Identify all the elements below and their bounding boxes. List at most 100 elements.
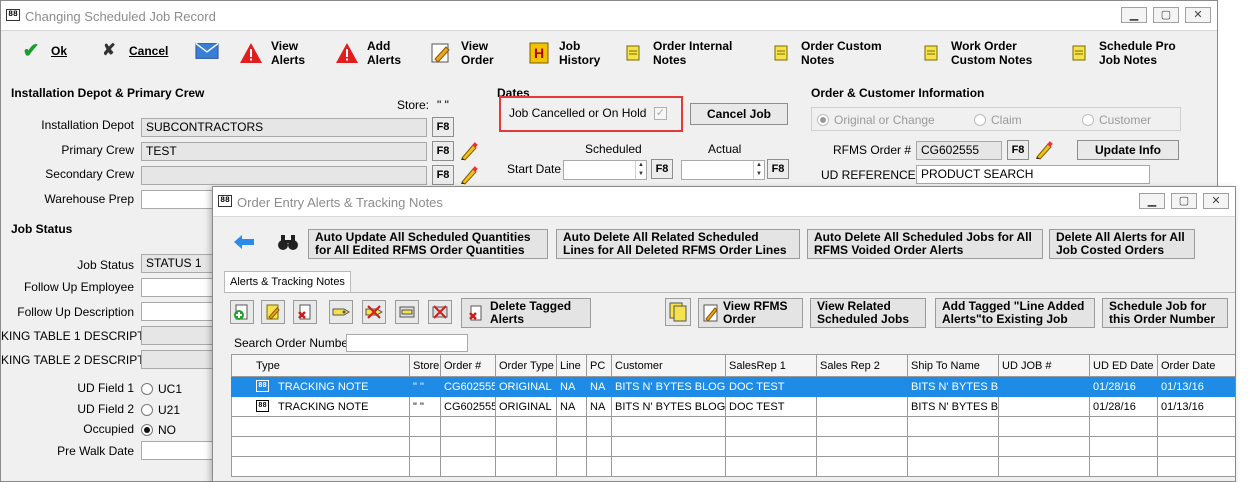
empty-cell bbox=[816, 456, 908, 477]
primary-crew-edit-icon[interactable] bbox=[459, 141, 479, 161]
radio-claim[interactable]: Claim bbox=[974, 113, 1022, 127]
spinner-arrows-icon[interactable]: ▲ ▼ bbox=[753, 161, 764, 179]
schedule-pro-job-notes-button[interactable]: Schedule Pro Job Notes bbox=[1067, 39, 1199, 67]
secondary-crew-f8-button[interactable]: F8 bbox=[432, 165, 454, 185]
view-rfms-order-button[interactable]: View RFMS Order bbox=[698, 298, 803, 328]
pre-walk-date-field[interactable] bbox=[141, 441, 221, 460]
order-internal-notes-button[interactable]: Order Internal Notes bbox=[621, 39, 739, 67]
job-history-button[interactable]: H Job History bbox=[527, 39, 601, 67]
email-button[interactable] bbox=[195, 39, 219, 63]
radio-customer[interactable]: Customer bbox=[1082, 113, 1151, 127]
delete-tagged-alerts-button[interactable]: Delete Tagged Alerts bbox=[461, 298, 591, 328]
delete-alert-button[interactable] bbox=[293, 300, 317, 324]
ud-field-2-radio[interactable]: U21 bbox=[141, 403, 180, 417]
job-cancelled-check-icon[interactable] bbox=[653, 106, 667, 121]
alerts-maximize-button[interactable]: ▢ bbox=[1171, 193, 1197, 209]
follow-up-employee-field[interactable] bbox=[141, 278, 221, 297]
table-row[interactable]: 88 TRACKING NOTE " " CG602555 ORIGINAL NA NA BI… bbox=[231, 396, 1235, 417]
col-ship-to-name[interactable]: Ship To Name bbox=[907, 354, 999, 377]
col-type[interactable]: Type bbox=[231, 354, 410, 377]
empty-cell bbox=[816, 416, 908, 437]
alerts-close-button[interactable]: ✕ bbox=[1203, 193, 1229, 209]
view-related-jobs-button[interactable]: View Related Scheduled Jobs bbox=[810, 298, 926, 328]
scheduled-start-f8-button[interactable]: F8 bbox=[651, 159, 673, 179]
actual-start-f8-button[interactable]: F8 bbox=[767, 159, 789, 179]
work-order-custom-notes-button[interactable]: Work Order Custom Notes bbox=[919, 39, 1041, 67]
primary-crew-field[interactable]: TEST bbox=[141, 142, 427, 161]
rfms-order-field[interactable]: CG602555 bbox=[916, 141, 1002, 160]
tab-alerts-tracking-notes[interactable]: Alerts & Tracking Notes bbox=[224, 271, 351, 292]
auto-delete-lines-button[interactable]: Auto Delete All Related Scheduled Lines … bbox=[556, 229, 800, 259]
edit-document-icon bbox=[429, 41, 453, 65]
search-order-number-input[interactable] bbox=[346, 334, 468, 352]
close-button[interactable]: ✕ bbox=[1185, 7, 1211, 23]
secondary-crew-field[interactable] bbox=[141, 166, 427, 185]
empty-cell bbox=[409, 456, 441, 477]
main-titlebar: 88 Changing Scheduled Job Record ▁ ▢ ✕ bbox=[1, 1, 1217, 31]
rfms-order-edit-icon[interactable] bbox=[1034, 140, 1054, 160]
back-arrow-icon[interactable] bbox=[233, 233, 257, 253]
col-ud-job[interactable]: UD JOB # bbox=[998, 354, 1090, 377]
col-pc[interactable]: PC bbox=[586, 354, 612, 377]
col-ud-ed-date[interactable]: UD ED Date bbox=[1089, 354, 1158, 377]
ok-button[interactable]: ✔ Ok bbox=[19, 39, 67, 63]
binoculars-icon[interactable] bbox=[277, 233, 301, 253]
minimize-button[interactable]: ▁ bbox=[1121, 7, 1147, 23]
col-salesrep-2[interactable]: Sales Rep 2 bbox=[816, 354, 908, 377]
installation-depot-f8-button[interactable]: F8 bbox=[432, 117, 454, 137]
cancel-job-button[interactable]: Cancel Job bbox=[690, 103, 788, 125]
scheduled-start-date-field[interactable]: ▲ ▼ bbox=[563, 160, 647, 180]
delete-all-alerts-button[interactable]: Delete All Alerts for All Job Costed Ord… bbox=[1049, 229, 1195, 259]
depot-heading: Installation Depot & Primary Crew bbox=[11, 86, 205, 100]
tracking-table-2-field[interactable] bbox=[141, 350, 221, 369]
maximize-button[interactable]: ▢ bbox=[1153, 7, 1179, 23]
store-label: Store: bbox=[397, 98, 430, 112]
table-row[interactable]: 88 TRACKING NOTE " " CG602555 ORIGINAL NA NA BI… bbox=[231, 376, 1235, 397]
ud-reference-field[interactable]: PRODUCT SEARCH bbox=[916, 165, 1150, 184]
primary-crew-f8-button[interactable]: F8 bbox=[432, 141, 454, 161]
order-custom-notes-button[interactable]: Order Custom Notes bbox=[769, 39, 887, 67]
cancel-x-icon: ✘ bbox=[102, 42, 116, 59]
empty-cell bbox=[907, 436, 999, 457]
alerts-minimize-button[interactable]: ▁ bbox=[1139, 193, 1165, 209]
tag-alert-button[interactable] bbox=[329, 300, 353, 324]
empty-cell bbox=[231, 416, 410, 437]
tracking-table-1-field[interactable] bbox=[141, 326, 221, 345]
installation-depot-field[interactable]: SUBCONTRACTORS bbox=[141, 118, 427, 137]
auto-delete-jobs-button[interactable]: Auto Delete All Scheduled Jobs for All R… bbox=[807, 229, 1043, 259]
add-alerts-button[interactable]: Add Alerts bbox=[335, 39, 403, 67]
untag-all-button[interactable] bbox=[428, 300, 452, 324]
tag-all-button[interactable] bbox=[395, 300, 419, 324]
cell-ud-job bbox=[998, 396, 1090, 417]
actual-start-date-field[interactable]: ▲ ▼ bbox=[681, 160, 765, 180]
col-order-number[interactable]: Order # bbox=[440, 354, 496, 377]
cancel-button[interactable]: ✘ Cancel bbox=[97, 39, 168, 63]
update-info-button[interactable]: Update Info bbox=[1077, 140, 1179, 160]
occupied-radio[interactable]: NO bbox=[141, 423, 176, 437]
untag-alert-button[interactable] bbox=[362, 300, 386, 324]
schedule-job-button[interactable]: Schedule Job for this Order Number bbox=[1102, 298, 1228, 328]
rfms-order-f8-button[interactable]: F8 bbox=[1007, 140, 1029, 160]
edit-alert-button[interactable] bbox=[261, 300, 285, 324]
col-line[interactable]: Line bbox=[556, 354, 587, 377]
add-tagged-line-alerts-button[interactable]: Add Tagged "Line Added Alerts"to Existin… bbox=[935, 298, 1095, 328]
spinner-arrows-icon[interactable]: ▲ ▼ bbox=[635, 161, 646, 179]
job-cancelled-checkbox[interactable]: Job Cancelled or On Hold bbox=[509, 106, 667, 121]
col-order-type[interactable]: Order Type bbox=[495, 354, 557, 377]
col-order-date[interactable]: Order Date bbox=[1157, 354, 1235, 377]
col-salesrep-1[interactable]: SalesRep 1 bbox=[725, 354, 817, 377]
auto-update-quantities-button[interactable]: Auto Update All Scheduled Quantities for… bbox=[308, 229, 548, 259]
ud-field-1-radio[interactable]: UC1 bbox=[141, 382, 182, 396]
follow-up-description-field[interactable] bbox=[141, 302, 221, 321]
view-order-button[interactable]: View Order bbox=[429, 39, 497, 67]
cell-ship-to-name: BITS N' BYTES BLOG bbox=[907, 376, 999, 397]
view-alerts-button[interactable]: View Alerts bbox=[239, 39, 307, 67]
radio-original-or-change[interactable]: Original or Change bbox=[817, 113, 935, 127]
col-store[interactable]: Store bbox=[409, 354, 441, 377]
col-customer[interactable]: Customer bbox=[611, 354, 726, 377]
warehouse-prep-field[interactable] bbox=[141, 190, 221, 209]
job-status-field[interactable]: STATUS 1 bbox=[141, 254, 221, 273]
secondary-crew-edit-icon[interactable] bbox=[459, 165, 479, 185]
add-alert-button[interactable] bbox=[230, 300, 254, 324]
copy-notes-button[interactable] bbox=[665, 298, 691, 326]
